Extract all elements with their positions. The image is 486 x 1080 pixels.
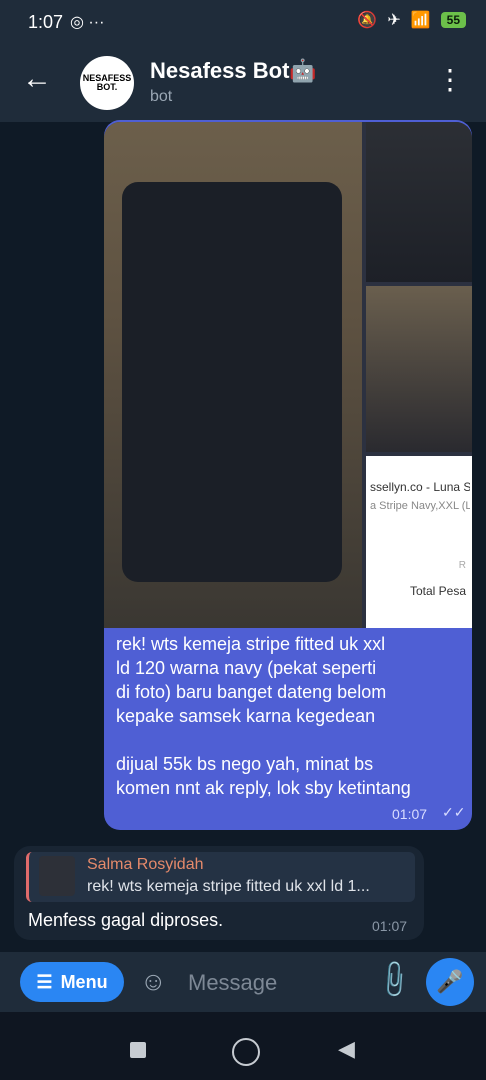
message-input[interactable] [186,962,370,1004]
media-album[interactable]: ssellyn.co - Luna Strip a Stripe Navy,XX… [104,122,472,628]
message-line: dijual 55k bs nego yah, minat bs [116,754,374,774]
composer-bar: ☰ Menu ☺ 📎 🎤 [0,952,486,1012]
message-line: komen nnt ak reply, lok sby ketintang [116,778,411,798]
reply-author: Salma Rosyidah [87,856,204,873]
outgoing-message-text: rek! wts kemeja stripe fitted uk xxl ld … [116,632,462,800]
photo-main[interactable] [104,122,362,628]
photo-thumb-3[interactable]: ssellyn.co - Luna Strip a Stripe Navy,XX… [366,456,472,628]
screenshot-line4: Total Pesa [410,584,467,598]
wifi-icon: 📶 [410,12,431,29]
system-navigation-bar: ◀ [0,1012,486,1080]
more-options-icon[interactable]: ⋮ [436,66,464,94]
menu-icon: ☰ [36,971,53,992]
reply-snippet: rek! wts kemeja stripe fitted uk xxl ld … [87,878,370,895]
emoji-icon[interactable]: ☺ [140,966,167,997]
screenshot-line3: R [458,560,466,571]
message-line [116,728,462,752]
microphone-icon: 🎤 [436,969,464,994]
incoming-message-text: Menfess gagal diproses. [28,910,224,930]
chat-subtitle: bot [150,88,173,105]
recents-button[interactable] [130,1042,146,1058]
mute-icon: 🔕 [357,12,378,29]
back-arrow-icon[interactable]: ← [22,64,52,94]
attach-icon[interactable]: 📎 [372,957,416,1002]
avatar[interactable]: NESAFESS BOT. [80,56,134,110]
status-bar: 1:07 ◎ ··· 🔕 ✈ 📶 55 [0,0,486,44]
incoming-message-time: 01:07 [372,918,408,934]
menu-button[interactable]: ☰ Menu [20,962,124,1002]
shirt-image [122,182,342,582]
message-line: di foto) baru banget dateng belom [116,682,387,702]
back-button[interactable]: ◀ [338,1036,355,1062]
status-left-icons: ◎ ··· [70,14,105,31]
mic-button[interactable]: 🎤 [426,958,474,1006]
home-button[interactable] [232,1038,260,1066]
status-right: 🔕 ✈ 📶 55 [357,10,466,30]
message-line: kepake samsek karna kegedean [116,706,376,726]
reply-quote[interactable]: Salma Rosyidah rek! wts kemeja stripe fi… [26,852,415,902]
chat-header: ← NESAFESS BOT. Nesafess Bot🤖 bot ⋮ [0,44,486,122]
message-line: rek! wts kemeja stripe fitted uk xxl [116,634,386,654]
chat-title[interactable]: Nesafess Bot🤖 [150,58,317,84]
screenshot-line1: ssellyn.co - Luna Strip [370,480,470,494]
battery-indicator: 55 [440,12,466,28]
menu-button-label: Menu [60,971,108,992]
status-time: 1:07 [28,12,64,32]
reply-thumbnail [39,856,75,896]
photo-thumb-2[interactable] [366,286,472,452]
message-time: 01:07 [392,806,428,822]
read-ticks-icon: ✓✓ [442,804,466,820]
screenshot-line2: a Stripe Navy,XXL (LD 12 [370,500,470,512]
message-line: ld 120 warna navy (pekat seperti [116,658,377,678]
photo-thumb-1[interactable] [366,122,472,282]
airplane-icon: ✈ [387,12,401,29]
